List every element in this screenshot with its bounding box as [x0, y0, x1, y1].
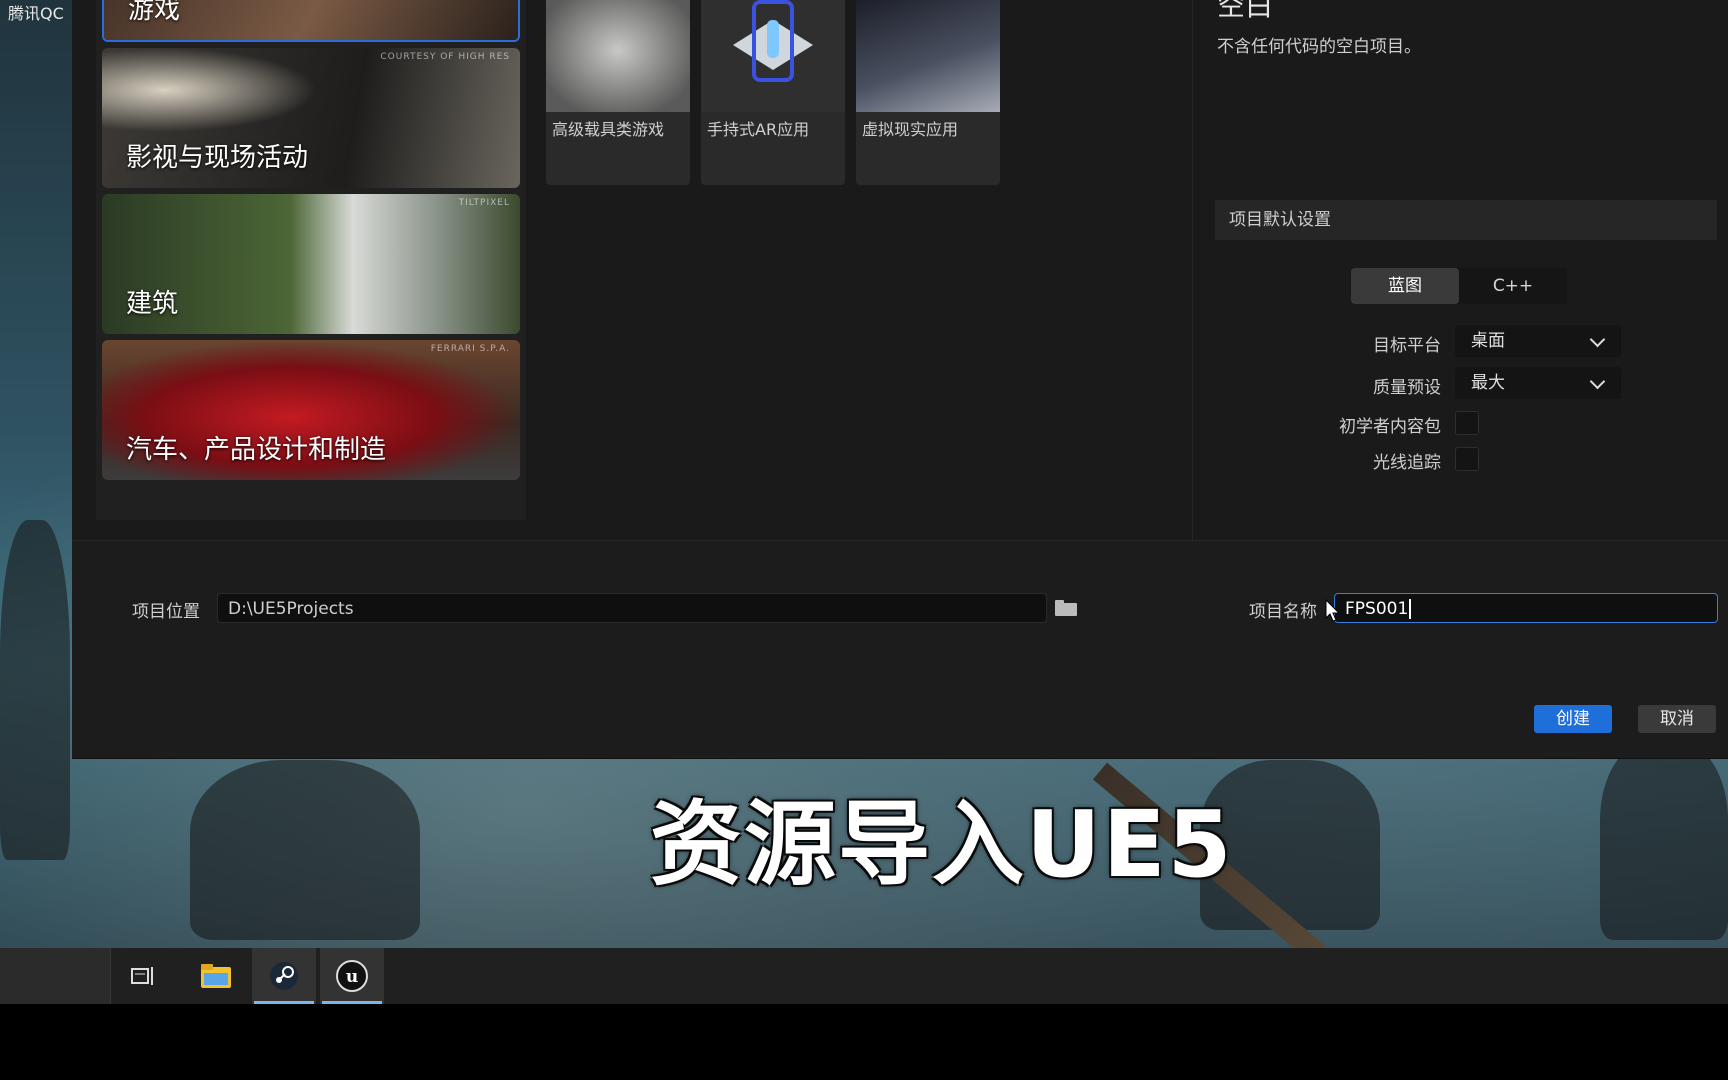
template-label: 虚拟现实应用	[862, 120, 959, 139]
task-view-icon	[131, 967, 153, 985]
active-indicator	[322, 1001, 382, 1004]
category-tile-architecture[interactable]: TILTPIXEL 建筑	[102, 194, 520, 334]
category-label: 建筑	[126, 289, 179, 319]
text-caret	[1409, 599, 1412, 619]
chevron-down-icon	[1589, 331, 1606, 348]
defaults-section-header: 项目默认设置	[1215, 200, 1717, 240]
project-name-value: FPS001	[1345, 599, 1409, 619]
new-project-dialog: 游戏 COURTESY OF HIGH RES 影视与现场活动 TILTPIXE…	[72, 0, 1728, 759]
ar-phone-icon	[733, 0, 813, 82]
raytracing-label: 光线追踪	[1373, 453, 1441, 473]
template-thumbnail	[856, 0, 1000, 112]
cancel-button[interactable]: 取消	[1638, 705, 1716, 733]
quality-preset-label: 质量预设	[1373, 378, 1441, 398]
category-label: 影视与现场活动	[126, 143, 309, 173]
category-tile-automotive[interactable]: FERRARI S.P.A. 汽车、产品设计和制造	[102, 340, 520, 480]
task-view-button[interactable]	[112, 948, 176, 1004]
project-settings-strip: 项目位置 D:\UE5Projects 项目名称 FPS001 创建 取消	[72, 540, 1728, 758]
video-caption: 资源导入UE5	[650, 791, 1234, 898]
template-description: 不含任何代码的空白项目。	[1217, 37, 1421, 57]
image-credit: TILTPIXEL	[458, 198, 510, 208]
svg-text:u: u	[346, 967, 358, 987]
steam-button[interactable]	[252, 948, 316, 1004]
unreal-engine-icon: u	[336, 960, 368, 992]
create-button[interactable]: 创建	[1534, 705, 1612, 733]
top-left-watermark: 腾讯QC	[8, 4, 64, 23]
raytracing-checkbox[interactable]	[1455, 447, 1479, 471]
taskbar-search-area[interactable]	[0, 948, 111, 1004]
chevron-down-icon	[1589, 373, 1606, 390]
unreal-engine-button[interactable]: u	[320, 948, 384, 1004]
template-thumbnail	[546, 0, 690, 112]
quality-preset-value: 最大	[1471, 373, 1505, 393]
template-vr[interactable]: 虚拟现实应用	[856, 0, 1000, 185]
category-label: 游戏	[128, 0, 181, 25]
starter-content-checkbox[interactable]	[1455, 411, 1479, 435]
folder-icon[interactable]	[1055, 600, 1077, 616]
file-explorer-button[interactable]	[184, 948, 248, 1004]
quality-preset-dropdown[interactable]: 最大	[1455, 367, 1621, 399]
blueprint-option[interactable]: 蓝图	[1351, 268, 1459, 304]
category-panel: 游戏 COURTESY OF HIGH RES 影视与现场活动 TILTPIXE…	[96, 0, 526, 520]
mouse-cursor-icon	[1325, 599, 1341, 622]
category-label: 汽车、产品设计和制造	[126, 435, 387, 465]
project-location-label: 项目位置	[132, 602, 200, 622]
template-title: 空白	[1217, 0, 1274, 22]
template-label: 手持式AR应用	[707, 120, 810, 139]
template-advanced-vehicle[interactable]: 高级载具类游戏	[546, 0, 690, 185]
target-platform-dropdown[interactable]: 桌面	[1455, 325, 1621, 357]
template-handheld-ar[interactable]: 手持式AR应用	[701, 0, 845, 185]
target-platform-label: 目标平台	[1373, 336, 1441, 356]
file-explorer-icon	[201, 964, 231, 988]
template-label: 高级载具类游戏	[552, 120, 665, 139]
template-thumbnail	[701, 0, 845, 112]
windows-taskbar: u	[0, 948, 1728, 1004]
cpp-option[interactable]: C++	[1459, 268, 1567, 304]
target-platform-value: 桌面	[1471, 331, 1505, 351]
active-indicator	[254, 1001, 314, 1004]
image-credit: COURTESY OF HIGH RES	[380, 52, 510, 62]
steam-icon	[270, 962, 298, 990]
project-details-panel: 空白 不含任何代码的空白项目。 项目默认设置 蓝图 C++ 目标平台 桌面 质量…	[1192, 0, 1728, 540]
starter-content-label: 初学者内容包	[1339, 417, 1441, 437]
project-name-label: 项目名称	[1249, 602, 1317, 622]
category-tile-film[interactable]: COURTESY OF HIGH RES 影视与现场活动	[102, 48, 520, 188]
image-credit: FERRARI S.P.A.	[430, 344, 510, 354]
blueprint-cpp-toggle: 蓝图 C++	[1351, 268, 1567, 304]
project-location-field[interactable]: D:\UE5Projects	[217, 593, 1047, 623]
project-name-field[interactable]: FPS001	[1334, 593, 1718, 623]
category-tile-games[interactable]: 游戏	[102, 0, 520, 42]
